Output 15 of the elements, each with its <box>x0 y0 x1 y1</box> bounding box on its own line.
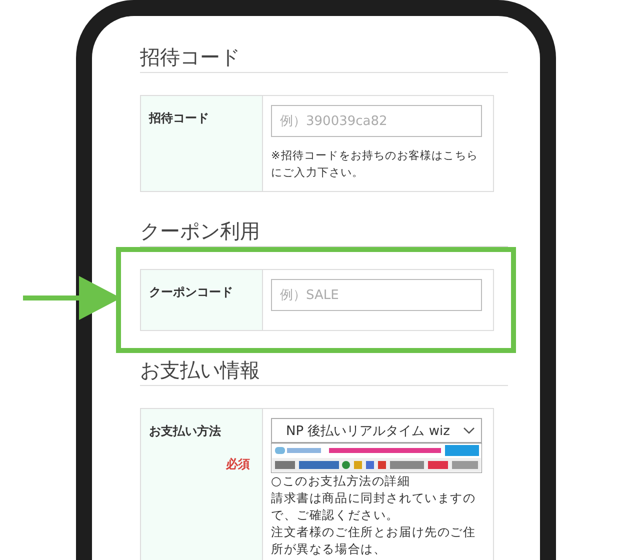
payment-select[interactable]: NP 後払いリアルタイム wiz <box>271 418 482 443</box>
field-label: 招待コード <box>149 110 210 127</box>
section-heading: 招待コード <box>140 45 508 73</box>
payment-description: 請求書は商品に同封されていますので、ご確認ください。 <box>271 490 477 524</box>
note-text: ※招待コードをお持ちのお客様はこちらにご入力下さい。 <box>271 148 480 181</box>
input-field[interactable]: 例）390039ca82 <box>271 105 482 137</box>
input-field[interactable]: 例）SALE <box>271 279 482 311</box>
field-label: お支払い方法 <box>149 423 222 440</box>
required-label: 必須 <box>226 456 250 473</box>
chevron-icon <box>463 426 475 434</box>
field-label: クーポンコード <box>149 284 234 301</box>
section-heading: お支払い情報 <box>140 358 508 386</box>
section-heading: クーポン利用 <box>140 219 508 247</box>
payment-description: 注文者様のご住所とお届け先のご住所が異なる場合は、 <box>271 524 477 558</box>
payment-detail-link[interactable]: ○このお支払方法の詳細 <box>271 473 487 490</box>
